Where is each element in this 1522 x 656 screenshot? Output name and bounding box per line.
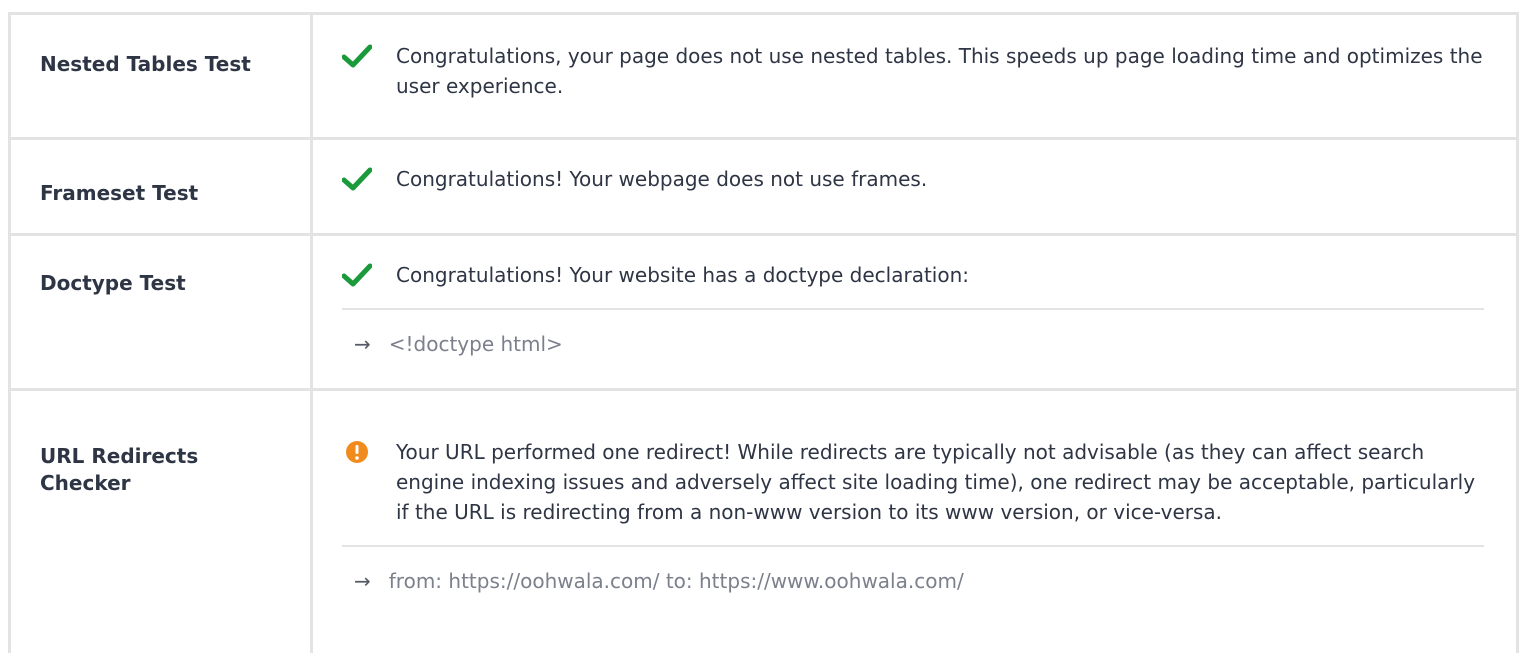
check-icon (342, 263, 372, 287)
check-icon (342, 44, 372, 68)
result-text: Your URL performed one redirect! While r… (396, 440, 1476, 524)
test-result: Congratulations, your page does not use … (313, 15, 1516, 137)
result-message: Congratulations! Your webpage does not u… (342, 164, 1484, 194)
arrow-right-icon: → (354, 332, 371, 356)
table-row: Doctype Test Congratulations! Your websi… (11, 236, 1516, 391)
test-result: Congratulations! Your website has a doct… (313, 236, 1516, 388)
result-text: Congratulations! Your webpage does not u… (396, 167, 928, 191)
detail-text: from: https://oohwala.com/ to: https://w… (388, 569, 964, 593)
test-result: Your URL performed one redirect! While r… (313, 391, 1516, 653)
result-text: Congratulations! Your website has a doct… (396, 263, 969, 287)
result-message: Your URL performed one redirect! While r… (342, 437, 1484, 527)
result-text: Congratulations, your page does not use … (396, 44, 1483, 98)
detail-text: <!doctype html> (388, 332, 563, 356)
result-message: Congratulations, your page does not use … (342, 41, 1484, 101)
test-label: URL Redirects Checker (11, 391, 313, 653)
test-label: Doctype Test (11, 236, 313, 388)
test-label: Frameset Test (11, 140, 313, 233)
result-detail: → <!doctype html> (342, 308, 1484, 356)
arrow-right-icon: → (354, 569, 371, 593)
result-detail: → from: https://oohwala.com/ to: https:/… (342, 545, 1484, 593)
result-message: Congratulations! Your website has a doct… (342, 260, 1484, 290)
table-row: URL Redirects Checker Your URL performed… (11, 391, 1516, 653)
seo-report-table: Nested Tables Test Congratulations, your… (8, 12, 1519, 653)
warning-icon (342, 440, 372, 464)
test-label: Nested Tables Test (11, 15, 313, 137)
check-icon (342, 167, 372, 191)
table-row: Frameset Test Congratulations! Your webp… (11, 140, 1516, 236)
test-result: Congratulations! Your webpage does not u… (313, 140, 1516, 233)
table-row: Nested Tables Test Congratulations, your… (11, 15, 1516, 140)
